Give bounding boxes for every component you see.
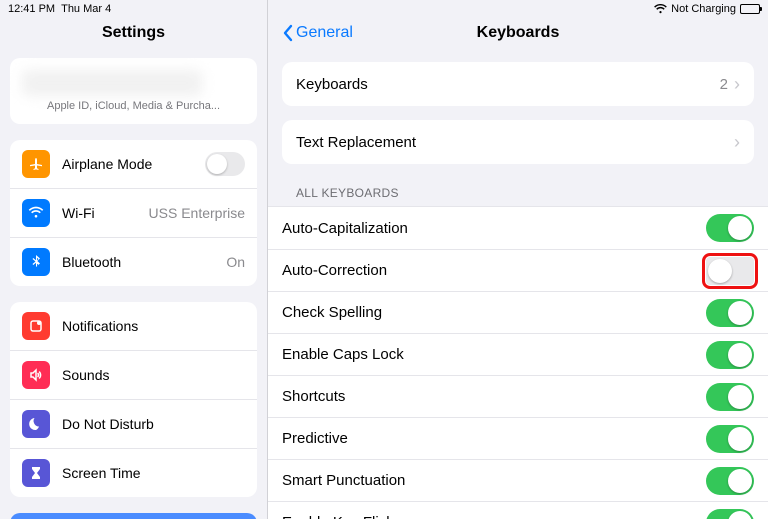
wifi-value: USS Enterprise [149,205,245,221]
airplane-icon [22,150,50,178]
auto-correction-toggle[interactable] [706,257,754,285]
keyboards-label: Keyboards [296,76,720,93]
row-shortcuts[interactable]: Shortcuts [268,375,768,417]
row-caps-lock[interactable]: Enable Caps Lock [268,333,768,375]
back-button[interactable]: General [282,24,353,42]
sidebar-item-bluetooth[interactable]: Bluetooth On [10,237,257,286]
auto-cap-toggle[interactable] [706,214,754,242]
chevron-right-icon: › [734,133,740,151]
text-replacement-label: Text Replacement [296,134,734,151]
airplane-toggle[interactable] [205,152,245,176]
notifications-label: Notifications [62,318,245,334]
back-label: General [296,24,353,42]
apple-id-subtitle: Apple ID, iCloud, Media & Purcha... [47,100,220,112]
chevron-left-icon [282,24,294,42]
row-predictive[interactable]: Predictive [268,417,768,459]
status-time: 12:41 PM [8,3,55,15]
hourglass-icon [22,459,50,487]
moon-icon [22,410,50,438]
auto-cap-label: Auto-Capitalization [282,220,706,237]
sidebar-item-sounds[interactable]: Sounds [10,350,257,399]
predictive-toggle[interactable] [706,425,754,453]
bluetooth-label: Bluetooth [62,254,226,270]
shortcuts-label: Shortcuts [282,388,706,405]
smart-punct-label: Smart Punctuation [282,472,706,489]
battery-icon [740,4,760,14]
key-flicks-toggle[interactable] [706,509,754,519]
shortcuts-toggle[interactable] [706,383,754,411]
row-keyboards[interactable]: Keyboards 2 › [282,62,754,106]
key-flicks-label: Enable Key Flicks [282,514,706,519]
wifi-icon [22,199,50,227]
main-panel: General Keyboards Keyboards 2 › Text Rep… [268,0,768,519]
status-bar: 12:41 PM Thu Mar 4 Not Charging [0,0,768,18]
sidebar-item-airplane-mode[interactable]: Airplane Mode [10,140,257,188]
sounds-icon [22,361,50,389]
check-spelling-label: Check Spelling [282,304,706,321]
sidebar-item-screen-time[interactable]: Screen Time [10,448,257,497]
row-auto-correction[interactable]: Auto-Correction [268,249,768,291]
row-check-spelling[interactable]: Check Spelling [268,291,768,333]
bluetooth-value: On [226,254,245,270]
row-smart-punctuation[interactable]: Smart Punctuation [268,459,768,501]
status-charge: Not Charging [671,3,736,15]
sidebar-item-dnd[interactable]: Do Not Disturb [10,399,257,448]
predictive-label: Predictive [282,430,706,447]
wifi-label: Wi-Fi [62,205,149,221]
sounds-label: Sounds [62,367,245,383]
keyboards-count: 2 [720,76,728,93]
screentime-label: Screen Time [62,465,245,481]
auto-correction-label: Auto-Correction [282,262,706,279]
sidebar-item-notifications[interactable]: Notifications [10,302,257,350]
airplane-label: Airplane Mode [62,156,205,172]
settings-sidebar: Settings Apple ID, iCloud, Media & Purch… [0,0,268,519]
section-header-all-keyboards: ALL KEYBOARDS [296,186,768,200]
bluetooth-icon [22,248,50,276]
row-text-replacement[interactable]: Text Replacement › [282,120,754,164]
caps-lock-toggle[interactable] [706,341,754,369]
status-date: Thu Mar 4 [61,3,111,15]
wifi-icon [654,4,667,14]
sidebar-item-apple-id[interactable]: Apple ID, iCloud, Media & Purcha... [10,58,257,124]
caps-lock-label: Enable Caps Lock [282,346,706,363]
dnd-label: Do Not Disturb [62,416,245,432]
check-spelling-toggle[interactable] [706,299,754,327]
smart-punct-toggle[interactable] [706,467,754,495]
notifications-icon [22,312,50,340]
row-key-flicks[interactable]: Enable Key Flicks [268,501,768,519]
row-auto-capitalization[interactable]: Auto-Capitalization [268,207,768,249]
sidebar-item-wifi[interactable]: Wi-Fi USS Enterprise [10,188,257,237]
sidebar-item-general[interactable]: General [10,513,257,519]
chevron-right-icon: › [734,75,740,93]
